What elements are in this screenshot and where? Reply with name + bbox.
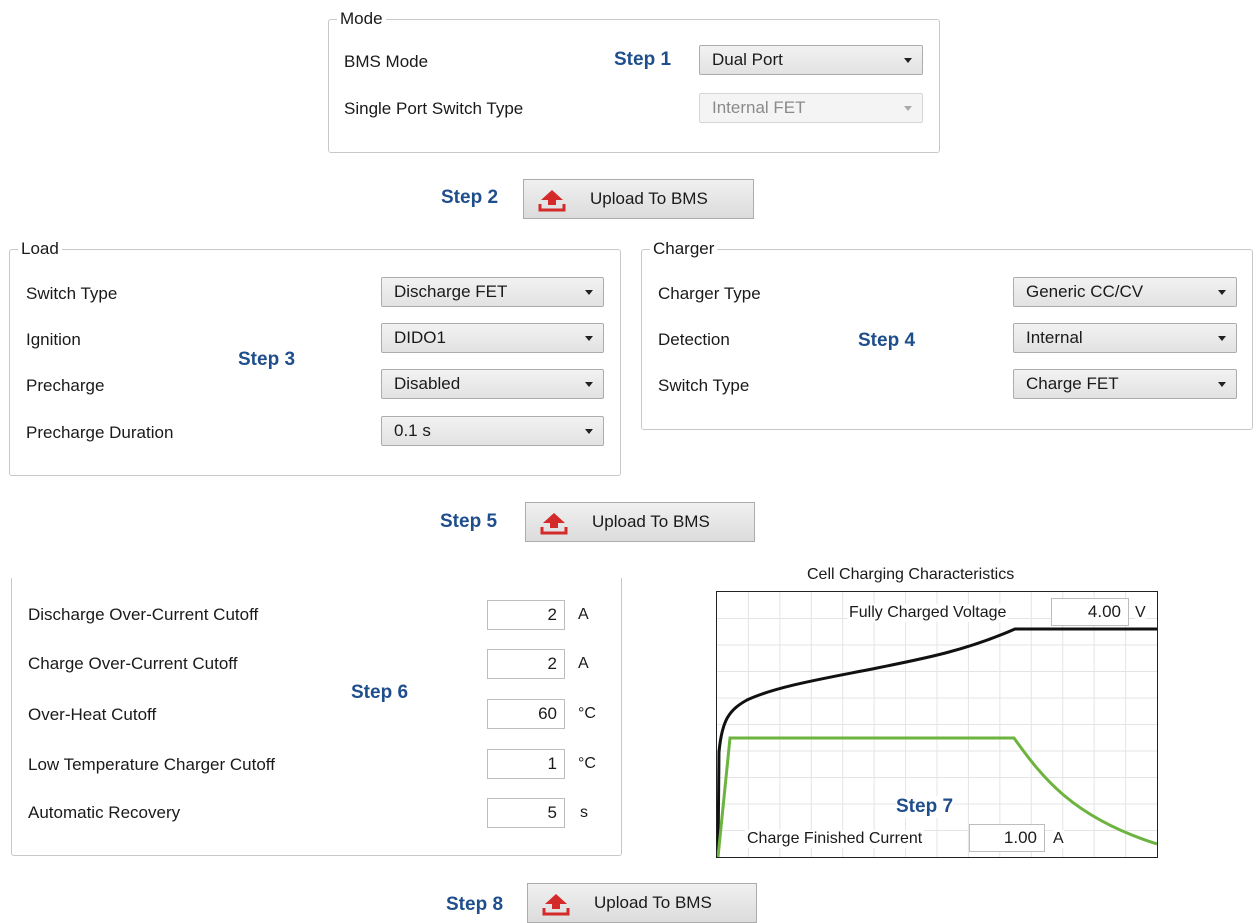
precharge-select[interactable]: Disabled	[381, 369, 604, 399]
chevron-down-icon	[585, 382, 593, 387]
precharge-duration-label: Precharge Duration	[26, 423, 174, 442]
single-port-switch-type-select[interactable]: Internal FET	[699, 93, 923, 123]
charge-finished-current-unit: A	[1053, 830, 1064, 848]
automatic-recovery-unit: s	[580, 804, 588, 821]
step-1-label: Step 1	[614, 49, 672, 70]
precharge-value: Disabled	[394, 374, 461, 393]
upload-icon	[538, 190, 566, 212]
cell-charging-chart: Fully Charged Voltage 4.00 V Step 7 Char…	[716, 591, 1158, 858]
chevron-down-icon	[904, 58, 912, 63]
detection-select[interactable]: Internal	[1013, 323, 1237, 353]
bms-mode-select[interactable]: Dual Port	[699, 45, 923, 75]
fully-charged-voltage-input[interactable]: 4.00	[1051, 598, 1129, 626]
upload-button-label: Upload To BMS	[590, 189, 708, 208]
charger-type-label: Charger Type	[658, 284, 761, 303]
step-3-label: Step 3	[238, 349, 296, 370]
automatic-recovery-label: Automatic Recovery	[28, 803, 181, 822]
load-switch-type-label: Switch Type	[26, 284, 118, 303]
chevron-down-icon	[585, 336, 593, 341]
over-heat-cutoff-unit: °C	[578, 705, 596, 722]
ignition-label: Ignition	[26, 330, 81, 349]
ignition-value: DIDO1	[394, 328, 446, 347]
load-switch-type-select[interactable]: Discharge FET	[381, 277, 604, 307]
chevron-down-icon	[1218, 382, 1226, 387]
fully-charged-voltage-label: Fully Charged Voltage	[847, 604, 1009, 622]
upload-button-label: Upload To BMS	[594, 893, 712, 912]
charger-switch-type-select[interactable]: Charge FET	[1013, 369, 1237, 399]
charge-over-current-cutoff-unit: A	[578, 655, 589, 672]
precharge-label: Precharge	[26, 376, 105, 395]
charge-over-current-cutoff-label: Charge Over-Current Cutoff	[28, 654, 238, 673]
chevron-down-icon	[1218, 336, 1226, 341]
fully-charged-voltage-unit: V	[1135, 604, 1146, 622]
chevron-down-icon	[904, 106, 912, 111]
bms-mode-label: BMS Mode	[344, 52, 429, 71]
chevron-down-icon	[585, 429, 593, 434]
chevron-down-icon	[1218, 290, 1226, 295]
load-switch-type-value: Discharge FET	[394, 282, 508, 301]
charger-type-select[interactable]: Generic CC/CV	[1013, 277, 1237, 307]
charger-type-value: Generic CC/CV	[1026, 282, 1144, 301]
bms-mode-select-value: Dual Port	[712, 50, 783, 69]
single-port-switch-type-value: Internal FET	[712, 98, 806, 117]
upload-to-bms-button-2[interactable]: Upload To BMS	[525, 502, 755, 542]
upload-icon	[542, 894, 570, 916]
step-5-label: Step 5	[440, 511, 498, 532]
low-temperature-charger-cutoff-label: Low Temperature Charger Cutoff	[28, 755, 275, 774]
precharge-duration-value: 0.1 s	[394, 421, 431, 440]
precharge-duration-select[interactable]: 0.1 s	[381, 416, 604, 446]
low-temperature-charger-cutoff-unit: °C	[578, 755, 596, 772]
mode-group-title: Mode	[340, 9, 383, 28]
discharge-over-current-cutoff-label: Discharge Over-Current Cutoff	[28, 605, 259, 624]
over-heat-cutoff-label: Over-Heat Cutoff	[28, 705, 157, 724]
upload-icon	[540, 513, 568, 535]
upload-button-label: Upload To BMS	[592, 512, 710, 531]
discharge-over-current-cutoff-unit: A	[578, 606, 589, 623]
detection-label: Detection	[658, 330, 730, 349]
step-6-label: Step 6	[351, 682, 409, 703]
charger-switch-type-value: Charge FET	[1026, 374, 1119, 393]
upload-to-bms-button-1[interactable]: Upload To BMS	[523, 179, 754, 219]
chevron-down-icon	[585, 290, 593, 295]
charge-over-current-cutoff-input[interactable]: 2	[487, 649, 565, 679]
charge-finished-current-label: Charge Finished Current	[745, 830, 925, 848]
step-2-label: Step 2	[441, 187, 499, 208]
low-temperature-charger-cutoff-input[interactable]: 1	[487, 749, 565, 779]
charge-finished-current-input[interactable]: 1.00	[969, 824, 1045, 852]
charger-group-title: Charger	[653, 239, 715, 258]
charger-switch-type-label: Switch Type	[658, 376, 750, 395]
over-heat-cutoff-input[interactable]: 60	[487, 699, 565, 729]
discharge-over-current-cutoff-input[interactable]: 2	[487, 600, 565, 630]
mode-group: Mode	[328, 9, 940, 153]
load-group-title: Load	[21, 239, 59, 258]
chart-title: Cell Charging Characteristics	[807, 566, 1015, 583]
single-port-switch-type-label: Single Port Switch Type	[344, 99, 524, 118]
detection-value: Internal	[1026, 328, 1083, 347]
ignition-select[interactable]: DIDO1	[381, 323, 604, 353]
step-8-label: Step 8	[446, 894, 504, 915]
automatic-recovery-input[interactable]: 5	[487, 798, 565, 828]
upload-to-bms-button-3[interactable]: Upload To BMS	[527, 883, 757, 923]
step-7-label: Step 7	[896, 796, 954, 818]
step-4-label: Step 4	[858, 330, 916, 351]
